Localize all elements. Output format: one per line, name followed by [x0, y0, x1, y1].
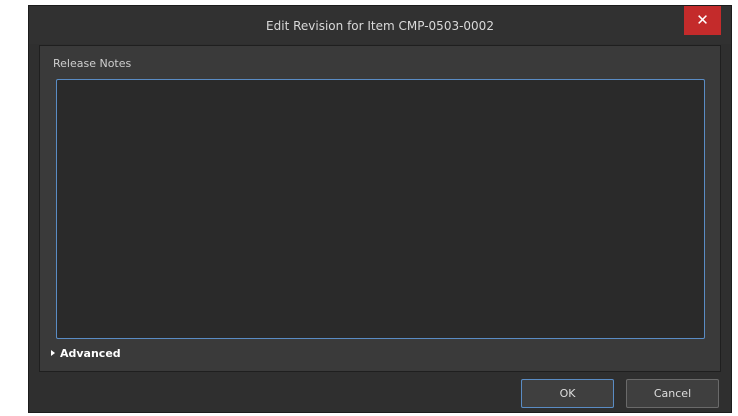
title-bar[interactable]: Edit Revision for Item CMP-0503-0002 ✕	[29, 6, 731, 44]
edit-revision-dialog: Edit Revision for Item CMP-0503-0002 ✕ R…	[28, 5, 732, 413]
ok-button[interactable]: OK	[521, 379, 614, 408]
dialog-title: Edit Revision for Item CMP-0503-0002	[266, 19, 494, 33]
expand-triangle-icon	[51, 350, 55, 356]
close-icon: ✕	[696, 11, 709, 29]
release-notes-label: Release Notes	[53, 57, 132, 70]
cancel-button[interactable]: Cancel	[626, 379, 719, 408]
release-notes-textarea[interactable]	[56, 79, 705, 339]
close-button[interactable]: ✕	[684, 6, 721, 35]
release-notes-panel: Release Notes Advanced	[39, 45, 721, 372]
advanced-toggle[interactable]: Advanced	[51, 347, 121, 360]
advanced-label: Advanced	[60, 347, 121, 360]
